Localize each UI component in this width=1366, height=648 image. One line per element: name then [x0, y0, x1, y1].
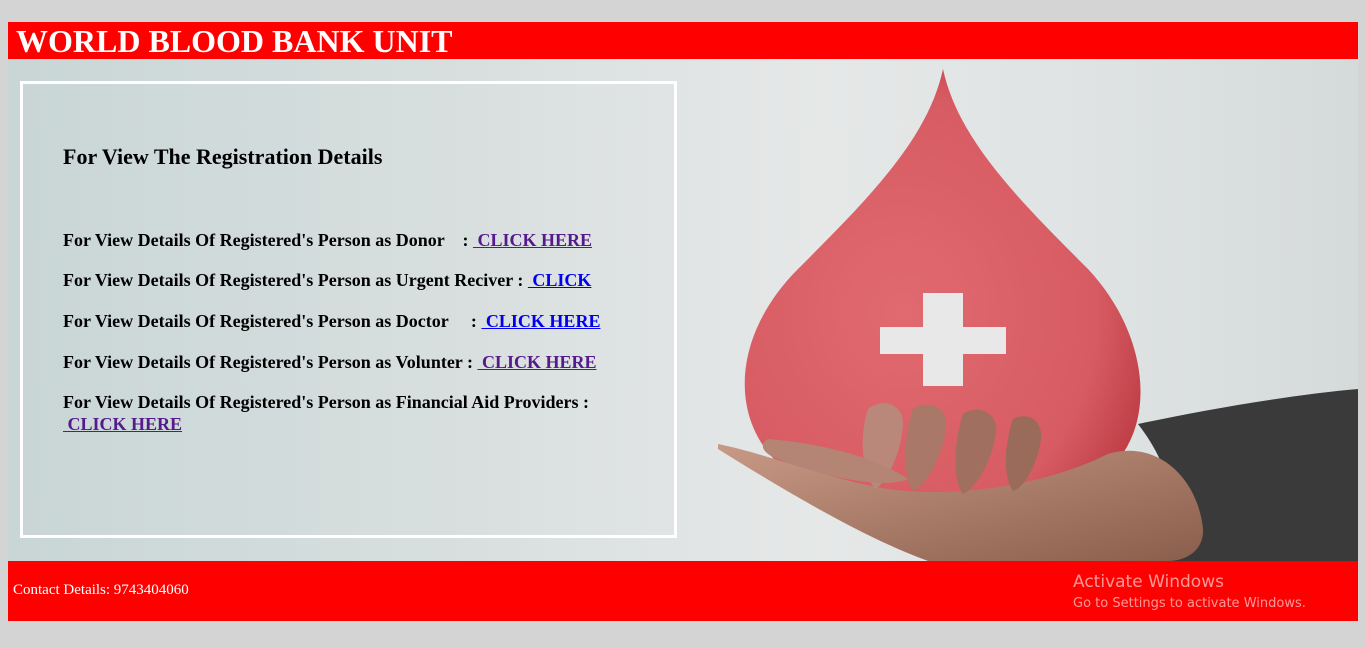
volunteer-click-here-link[interactable]: CLICK HERE [477, 352, 597, 372]
donor-row: For View Details Of Registered's Person … [63, 229, 592, 251]
urgent-receiver-row-label: For View Details Of Registered's Person … [63, 270, 528, 290]
activate-windows-subtitle: Go to Settings to activate Windows. [1073, 596, 1306, 611]
site-footer: Contact Details: 9743404060 Activate Win… [8, 561, 1358, 621]
urgent-receiver-click-link[interactable]: CLICK [528, 270, 591, 290]
panel-heading: For View The Registration Details [63, 144, 383, 169]
volunteer-row: For View Details Of Registered's Person … [63, 351, 597, 373]
financial-aid-row-label: For View Details Of Registered's Person … [63, 392, 594, 412]
financial-aid-row: For View Details Of Registered's Person … [63, 391, 593, 435]
doctor-row: For View Details Of Registered's Person … [63, 310, 600, 332]
donor-click-here-link[interactable]: CLICK HERE [473, 230, 592, 250]
doctor-click-here-link[interactable]: CLICK HERE [481, 311, 601, 331]
urgent-receiver-row: For View Details Of Registered's Person … [63, 269, 591, 291]
donor-row-label: For View Details Of Registered's Person … [63, 230, 473, 250]
financial-aid-click-here-link[interactable]: CLICK HERE [63, 414, 183, 434]
activate-windows-title: Activate Windows [1073, 572, 1224, 592]
contact-details: Contact Details: 9743404060 [13, 582, 189, 598]
volunteer-row-label: For View Details Of Registered's Person … [63, 352, 478, 372]
doctor-row-label: For View Details Of Registered's Person … [63, 311, 482, 331]
site-header: WORLD BLOOD BANK UNIT [8, 22, 1358, 59]
site-title: WORLD BLOOD BANK UNIT [16, 23, 453, 59]
page: WORLD BLOOD BANK UNIT For View The Regis… [0, 0, 1366, 648]
